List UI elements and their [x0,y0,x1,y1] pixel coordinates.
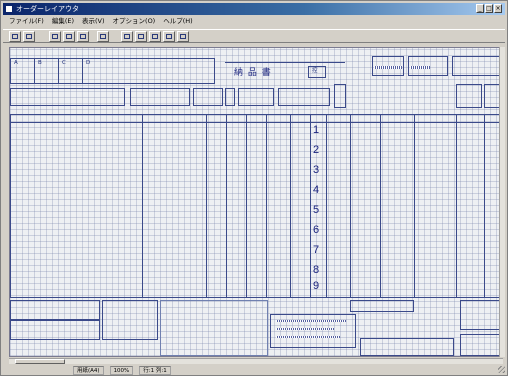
app-icon [5,5,13,13]
tax-box [460,334,502,356]
menu-file[interactable]: ファイル(F) [9,16,44,27]
grand-total-box [460,300,502,330]
items-table [10,114,502,298]
header-cell-a: A [14,60,18,66]
menu-options[interactable]: オプション(O) [113,16,156,27]
pencil-icon[interactable] [163,31,175,42]
stamp-label: 控 [312,68,318,74]
save-icon[interactable] [77,31,89,42]
form-canvas[interactable]: A B C D 納 品 書 控 1 2 3 4 5 6 7 8 9 [9,47,503,357]
menu-view[interactable]: 表示(V) [82,16,105,27]
menu-bar: ファイル(F) 編集(E) 表示(V) オプション(O) ヘルプ(H) [3,16,505,27]
resize-grip-icon[interactable] [498,366,505,373]
title-bar[interactable]: オーダーレイアウタ _ □ × [3,3,505,15]
undo-icon[interactable] [9,31,21,42]
open-folder-icon[interactable] [63,31,75,42]
form-heading: 納 品 書 [234,68,272,78]
row-number-7: 7 [313,244,320,256]
row-number-6: 6 [313,224,320,236]
application-window: オーダーレイアウタ _ □ × ファイル(F) 編集(E) 表示(V) オプショ… [0,0,508,376]
recipient-box [278,88,330,106]
row-number-2: 2 [313,144,320,156]
header-cell-b: B [38,60,42,66]
summary-box [350,300,414,312]
print-icon[interactable] [97,31,109,42]
page-box [456,84,482,108]
cut-icon[interactable] [135,31,147,42]
subtotal-box [360,338,454,356]
redo-icon[interactable] [23,31,35,42]
footer-box-2 [10,320,100,340]
menu-edit[interactable]: 編集(E) [52,16,74,27]
menu-help[interactable]: ヘルプ(H) [163,16,192,27]
new-file-icon[interactable] [49,31,61,42]
check-box-1 [225,88,235,106]
header-cell-d: D [86,60,91,66]
row-number-1: 1 [313,124,320,136]
row-number-8: 8 [313,264,320,276]
footer-box-1 [10,300,100,320]
staff-box [238,88,274,106]
status-paper: 用紙(A4) [73,366,104,375]
maximize-button[interactable]: □ [485,4,493,13]
status-zoom: 100% [109,366,134,375]
code-box [452,56,502,76]
row-number-5: 5 [313,204,320,216]
scroll-thumb[interactable] [15,359,65,364]
paste-icon[interactable] [149,31,161,42]
status-position: 行:1 列:1 [139,366,171,375]
vertical-scrollbar[interactable] [499,47,505,357]
flag-box [334,84,346,108]
remarks-box [160,300,268,356]
line-tool-icon[interactable] [177,31,189,42]
horizontal-scrollbar[interactable] [9,358,503,364]
status-bar: 用紙(A4) 100% 行:1 列:1 [3,366,505,375]
minimize-button[interactable]: _ [476,4,484,13]
copy-icon[interactable] [121,31,133,42]
header-cell-c: C [62,60,66,66]
row-number-4: 4 [313,184,320,196]
toolbar [3,29,505,43]
customer-box [10,88,125,106]
row-number-3: 3 [313,164,320,176]
row-number-9: 9 [313,280,320,292]
section-box [193,88,223,106]
close-button[interactable]: × [494,4,502,13]
footer-box-3 [102,300,158,340]
customer-code-box [130,88,190,106]
window-title: オーダーレイアウタ [16,5,79,13]
